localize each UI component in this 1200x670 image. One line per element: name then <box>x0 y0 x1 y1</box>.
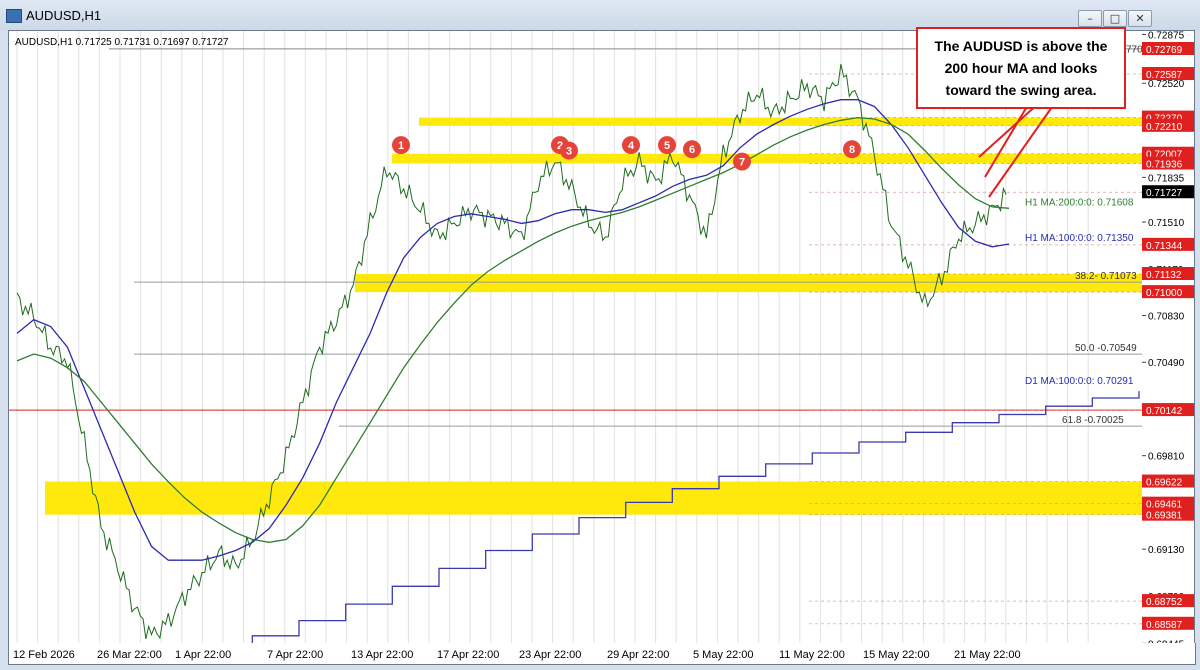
annotation-top-level-label: 770 <box>1126 45 1143 56</box>
time-tick-label: 7 Apr 22:00 <box>267 649 323 661</box>
price-tick-label: 0.69130 <box>1148 545 1185 556</box>
chart-window-icon <box>6 9 22 23</box>
minimize-button[interactable]: – <box>1078 10 1102 27</box>
minimize-icon: – <box>1087 12 1093 25</box>
price-tick-label: 0.71835 <box>1148 173 1185 184</box>
maximize-button[interactable]: □ <box>1103 10 1127 27</box>
price-level-label: 0.69622 <box>1146 478 1183 489</box>
time-axis[interactable]: 12 Feb 2026 26 Mar 22:00 1 Apr 22:00 7 Apr … <box>8 643 1196 665</box>
annotation-fib618: 61.8 -0.70025 <box>1062 415 1124 426</box>
swing-marker-label: 6 <box>689 144 695 156</box>
swing-marker-label: 5 <box>664 140 670 152</box>
time-tick-label: 23 Apr 22:00 <box>519 649 581 661</box>
price-level-label: 0.72769 <box>1146 45 1183 56</box>
terminal-window: AUDUSD,H1 – □ ✕ 1 2 3 4 5 6 7 8 H1 MA:200:0:0: 0… <box>0 0 1200 670</box>
time-tick-label: 13 Apr 22:00 <box>351 649 413 661</box>
annotation-fib500: 50.0 -0.70549 <box>1075 343 1137 354</box>
ma200-series-line <box>16 116 1010 543</box>
swing-marker-label: 4 <box>628 140 635 152</box>
time-tick-label: 21 May 22:00 <box>954 649 1021 661</box>
callout-text: The AUDUSD is above the 200 hour MA and … <box>934 38 1108 98</box>
support-resistance-zone <box>392 153 1143 164</box>
annotation-callout: The AUDUSD is above the 200 hour MA and … <box>916 27 1126 109</box>
price-level-label: 0.68752 <box>1146 597 1183 608</box>
time-tick-label: 17 Apr 22:00 <box>437 649 499 661</box>
price-level-label: 0.71727 <box>1146 188 1183 199</box>
swing-marker-label: 1 <box>398 140 404 152</box>
price-chart-svg: 1 2 3 4 5 678H1 MA:200:0:0: 0.71608H1 MA:100:… <box>9 31 1143 644</box>
swing-marker-label: 7 <box>739 157 745 169</box>
annotation-d1ma100: D1 MA:100:0:0: 0.70291 <box>1025 376 1134 387</box>
time-tick-label: 12 Feb 2026 <box>13 649 75 661</box>
price-level-label: 0.71000 <box>1146 288 1183 299</box>
price-level-label: 0.72210 <box>1146 122 1183 133</box>
price-scale[interactable]: 0.728750.725200.718350.715100.711700.708… <box>1142 30 1195 645</box>
price-level-label: 0.70142 <box>1146 406 1183 417</box>
close-button[interactable]: ✕ <box>1128 10 1152 27</box>
maximize-icon: □ <box>1109 12 1121 25</box>
swing-marker-label: 3 <box>566 146 572 158</box>
price-level-label: 0.69381 <box>1146 511 1183 522</box>
support-resistance-zone <box>419 117 1143 126</box>
window-titlebar[interactable]: AUDUSD,H1 – □ ✕ <box>0 0 1200 30</box>
window-title: AUDUSD,H1 <box>26 8 102 23</box>
time-tick-label: 29 Apr 22:00 <box>607 649 669 661</box>
price-level-label: 0.72587 <box>1146 70 1183 81</box>
chart-ohlc-header: AUDUSD,H1 0.71725 0.71731 0.71697 0.7172… <box>15 37 229 48</box>
support-resistance-zone <box>45 481 1143 515</box>
time-tick-label: 11 May 22:00 <box>779 649 845 661</box>
annotation-ma100: H1 MA:100:0:0: 0.71350 <box>1025 233 1134 244</box>
d1-ma100-series-line <box>251 391 1140 644</box>
price-level-label: 0.68587 <box>1146 620 1183 631</box>
price-scale-svg: 0.728750.725200.718350.715100.711700.708… <box>1142 31 1194 644</box>
swing-marker-label: 8 <box>849 144 855 156</box>
annotation-fib382: 38.2- 0.71073 <box>1075 271 1137 282</box>
price-tick-label: 0.70490 <box>1148 358 1185 369</box>
annotation-ma200: H1 MA:200:0:0: 0.71608 <box>1025 198 1134 209</box>
price-tick-label: 0.70830 <box>1148 312 1185 323</box>
time-tick-label: 26 Mar 22:00 <box>97 649 162 661</box>
price-level-label: 0.71132 <box>1146 270 1182 281</box>
price-level-label: 0.71936 <box>1146 159 1183 170</box>
price-level-label: 0.71344 <box>1146 241 1183 252</box>
chart-plot-area[interactable]: 1 2 3 4 5 6 7 8 H1 MA:200:0:0: 0.71608 H1 MA:100:… <box>8 30 1144 645</box>
price-tick-label: 0.69810 <box>1148 452 1185 463</box>
time-axis-svg: 12 Feb 2026 26 Mar 22:00 1 Apr 22:00 7 Apr … <box>13 649 1021 661</box>
time-tick-label: 5 May 22:00 <box>693 649 754 661</box>
time-tick-label: 1 Apr 22:00 <box>175 649 231 661</box>
close-icon: ✕ <box>1135 12 1145 25</box>
price-tick-label: 0.72875 <box>1148 31 1185 41</box>
time-tick-label: 15 May 22:00 <box>863 649 930 661</box>
price-tick-label: 0.71510 <box>1148 218 1185 229</box>
